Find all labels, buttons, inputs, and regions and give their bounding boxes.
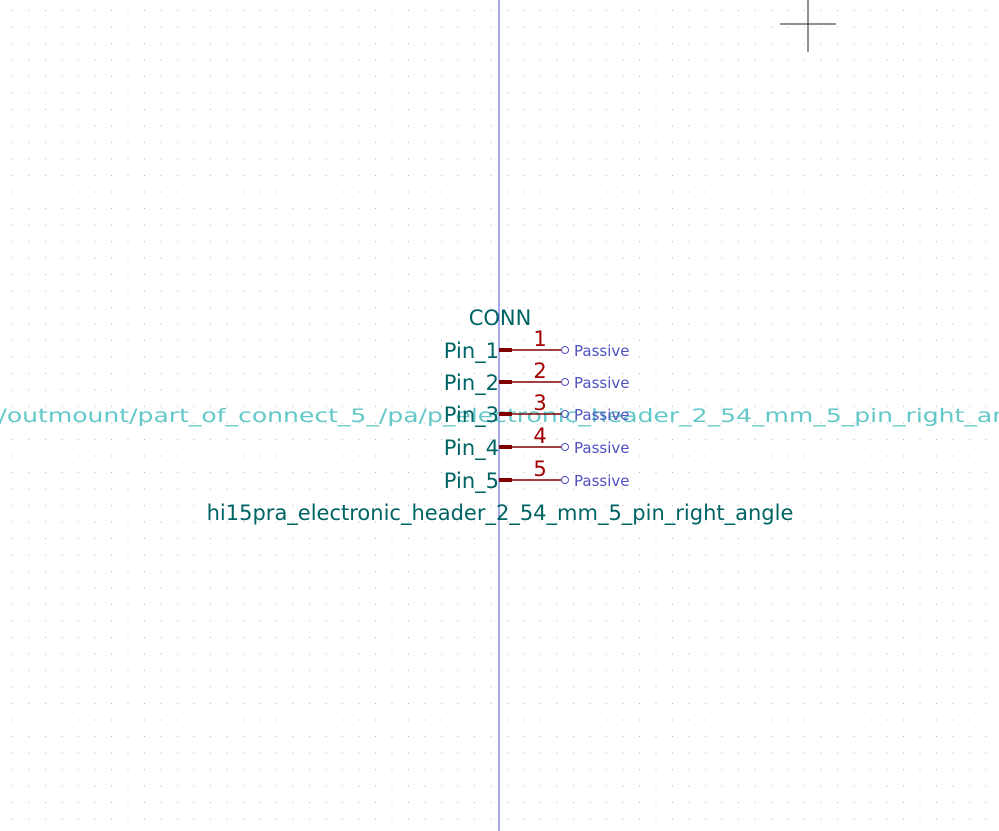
symbol-pins: Pin_1 1 Passive Pin_2 2 Passive Pin_3 3 … <box>444 327 630 494</box>
pin-electrical-type: Passive <box>574 472 629 490</box>
pin-endpoint-circle-icon <box>561 443 569 451</box>
pin-electrical-type: Passive <box>574 439 629 457</box>
pin-number: 2 <box>533 359 546 383</box>
pin-endpoint-circle-icon <box>561 476 569 484</box>
pin-electrical-type: Passive <box>574 374 629 392</box>
schematic-editor-canvas[interactable]: m/outmount/part_of_connect_5_/pa/p_elect… <box>0 0 999 831</box>
pin-stub <box>499 412 512 416</box>
symbol-reference-field[interactable]: CONN <box>469 306 532 330</box>
pin-electrical-type: Passive <box>574 342 629 360</box>
pin-stub <box>499 445 512 449</box>
pin-name: Pin_1 <box>444 339 499 364</box>
schematic-canvas[interactable]: m/outmount/part_of_connect_5_/pa/p_elect… <box>0 0 999 831</box>
pin-row[interactable]: Pin_4 4 Passive <box>444 424 630 461</box>
pin-stub <box>499 478 512 482</box>
pin-number: 3 <box>533 391 546 415</box>
pin-number: 5 <box>533 457 546 481</box>
pin-endpoint-circle-icon <box>561 378 569 386</box>
pin-number: 4 <box>533 424 546 448</box>
pin-endpoint-circle-icon <box>561 346 569 354</box>
pin-stub <box>499 348 512 352</box>
crosshair-icon <box>780 0 836 52</box>
symbol-value-field[interactable]: hi15pra_electronic_header_2_54_mm_5_pin_… <box>207 501 794 526</box>
pin-number: 1 <box>533 327 546 351</box>
pin-name: Pin_4 <box>444 436 499 461</box>
pin-name: Pin_3 <box>444 403 499 428</box>
pin-name: Pin_5 <box>444 469 499 494</box>
pin-name: Pin_2 <box>444 371 499 396</box>
pin-row[interactable]: Pin_5 5 Passive <box>444 457 630 494</box>
pin-electrical-type: Passive <box>574 406 629 424</box>
pin-stub <box>499 380 512 384</box>
